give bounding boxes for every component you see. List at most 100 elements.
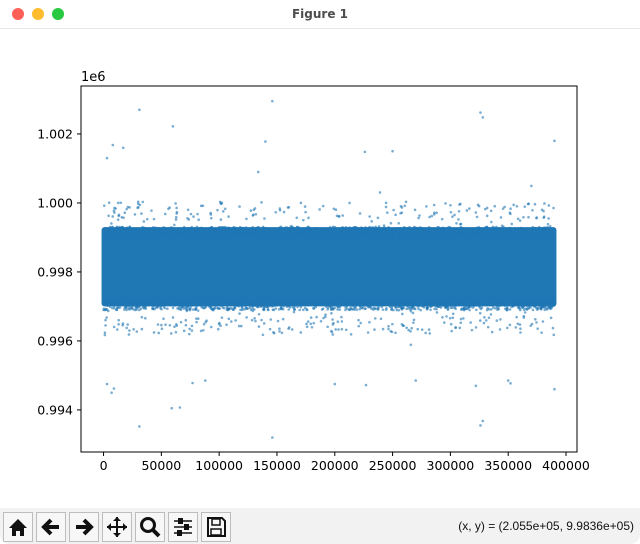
data-point (287, 227, 291, 230)
data-point (514, 301, 517, 305)
data-point (399, 227, 403, 231)
data-point (333, 382, 337, 386)
data-point (202, 300, 206, 303)
data-point (141, 226, 145, 230)
data-point (171, 306, 175, 310)
data-point (357, 318, 360, 322)
data-point (114, 303, 118, 306)
configure-subplots-button[interactable] (168, 512, 198, 542)
data-point (150, 231, 153, 235)
data-point (199, 329, 203, 333)
zoom-button[interactable] (135, 512, 165, 542)
data-point (116, 201, 120, 205)
data-point (309, 316, 313, 319)
data-point (194, 297, 198, 301)
save-button[interactable] (201, 512, 231, 542)
data-point (278, 236, 281, 239)
data-point (508, 298, 511, 302)
forward-button[interactable] (69, 512, 99, 542)
data-point (200, 303, 203, 306)
data-point (272, 331, 276, 335)
data-point (458, 326, 462, 330)
data-point (156, 323, 160, 326)
data-point (335, 214, 339, 218)
home-button[interactable] (3, 512, 33, 542)
data-point (475, 308, 478, 312)
data-point (515, 204, 519, 208)
data-point (537, 304, 541, 308)
data-point (277, 231, 280, 234)
data-point (542, 230, 546, 233)
data-point (519, 331, 522, 334)
data-point (128, 225, 131, 229)
data-point (425, 205, 428, 208)
data-point (523, 300, 527, 303)
data-point (481, 235, 485, 239)
data-point (179, 320, 183, 324)
data-point (402, 233, 406, 237)
data-point (103, 297, 106, 301)
scatter-plot[interactable]: 0 50000 100000 150000 200000 250000 300000 3500… (0, 29, 640, 507)
y-axis: 0.994 0.996 0.998 1.000 1.002 (37, 126, 81, 417)
pan-button[interactable] (102, 512, 132, 542)
data-point (506, 379, 510, 382)
data-point (144, 316, 147, 320)
data-point (166, 231, 169, 235)
data-point (457, 210, 461, 213)
data-point (476, 203, 480, 207)
data-point (173, 301, 176, 305)
data-point (535, 321, 538, 324)
data-point (315, 300, 318, 303)
data-point (243, 298, 247, 301)
data-point (379, 299, 382, 303)
data-point (272, 301, 276, 304)
data-point (457, 218, 460, 221)
data-point (451, 304, 454, 307)
data-point (244, 307, 248, 310)
data-point (490, 220, 493, 224)
data-point (435, 311, 439, 314)
data-point (518, 234, 521, 237)
x-tick-label: 400000 (542, 458, 590, 473)
data-point (400, 211, 404, 214)
data-point (401, 312, 404, 316)
data-point (133, 298, 137, 302)
back-button[interactable] (36, 512, 66, 542)
data-point (191, 381, 194, 385)
data-point (509, 300, 513, 304)
data-point (491, 298, 494, 302)
data-point (542, 215, 546, 219)
data-point (391, 304, 394, 308)
data-point (251, 214, 255, 217)
data-point (118, 233, 121, 237)
home-icon (9, 519, 27, 536)
data-point (152, 217, 156, 221)
data-point (490, 227, 494, 230)
data-point (396, 226, 399, 230)
data-point (157, 331, 161, 335)
data-point (384, 201, 388, 205)
move-icon (107, 517, 127, 537)
data-point (297, 226, 301, 229)
data-point (121, 297, 125, 301)
data-point (495, 229, 498, 232)
data-point (517, 304, 521, 308)
data-point (514, 227, 518, 231)
data-point (383, 231, 387, 235)
data-point (155, 229, 159, 233)
data-point (374, 225, 377, 229)
data-point (225, 230, 229, 234)
data-point (167, 302, 171, 305)
data-point (293, 308, 296, 311)
data-point (518, 228, 521, 231)
data-point (124, 297, 128, 301)
data-point (238, 226, 242, 229)
data-point (290, 224, 293, 228)
data-point (221, 227, 225, 231)
data-point (427, 328, 431, 331)
data-point (255, 299, 259, 303)
data-point (179, 300, 183, 304)
data-point (551, 326, 555, 330)
data-point (486, 325, 490, 329)
data-point (187, 230, 191, 234)
